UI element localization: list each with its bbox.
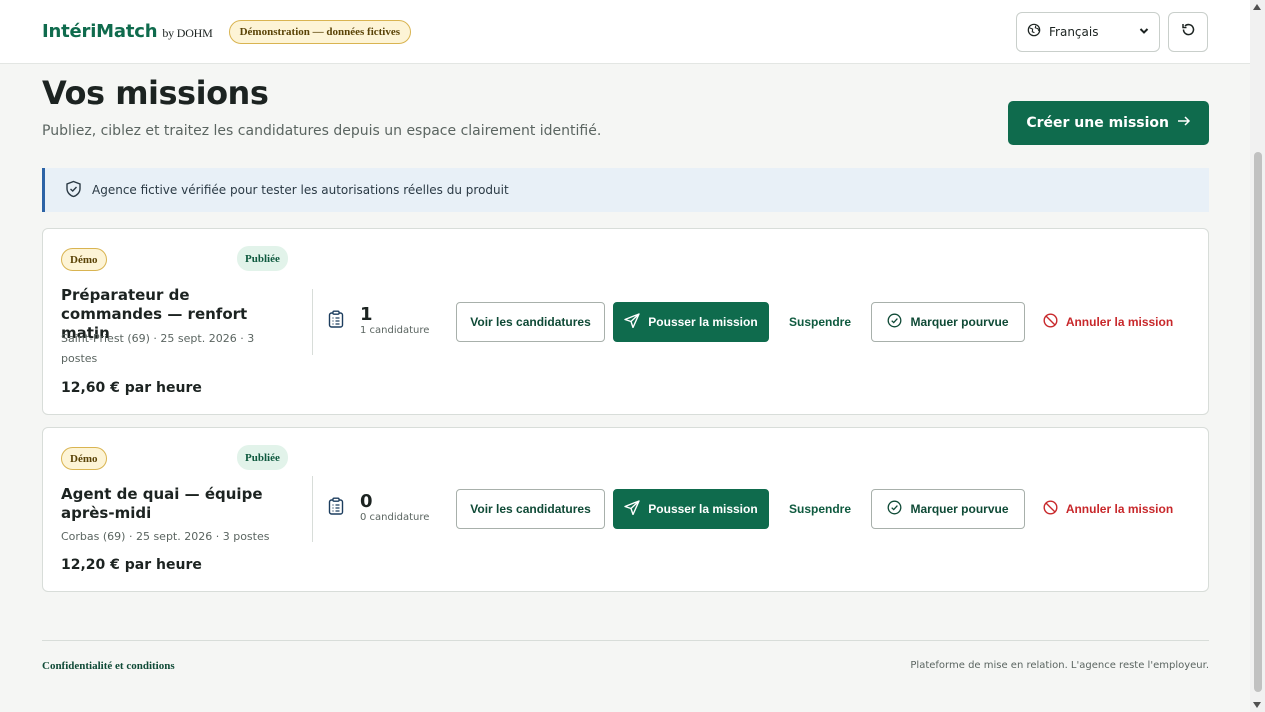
demo-badge: Démonstration — données fictives [228,19,412,44]
mission-card: Démo Publiée Agent de quai — équipe aprè… [42,427,1209,592]
push-mission-label: Pousser la mission [648,502,758,516]
verified-agency-notice: Agence fictive vérifiée pour tester les … [42,168,1209,212]
chevron-down-icon [1139,25,1149,39]
status-badge: Publiée [237,246,288,271]
suspend-button[interactable]: Suspendre [769,302,871,342]
applications-count: 1 1 candidature [328,305,429,336]
cancel-mission-button[interactable]: Annuler la mission [1029,489,1187,529]
arrow-right-icon [1177,115,1191,131]
mark-filled-label: Marquer pourvue [910,502,1009,516]
brand-by: by DOHM [162,26,213,40]
mission-actions: Voir les candidatures Pousser la mission… [456,302,1187,342]
notice-text: Agence fictive vérifiée pour tester les … [92,183,509,197]
scroll-up-icon[interactable] [1253,4,1261,10]
brand-logo[interactable]: IntériMatch by DOHM [42,21,213,42]
divider [312,476,313,542]
mission-actions: Voir les candidatures Pousser la mission… [456,489,1187,529]
status-badge: Publiée [237,445,288,470]
applications-label: 1 candidature [360,325,430,336]
mission-title: Agent de quai — équipe après-midi [61,485,263,522]
mission-meta: Corbas (69) · 25 sept. 2026 · 3 postes [61,530,270,543]
mission-card: Démo Publiée Préparateur de commandes — … [42,228,1209,415]
mark-filled-label: Marquer pourvue [910,315,1009,329]
check-circle-icon [887,313,902,331]
send-icon [624,500,640,518]
mission-meta: Saint-Priest (69) · 25 sept. 2026 · 3 po… [61,332,255,365]
scroll-down-icon[interactable] [1253,702,1261,708]
clipboard-icon [328,497,344,519]
refresh-icon [1180,22,1196,42]
reset-button[interactable] [1168,11,1208,52]
applications-number: 1 [360,304,373,325]
ban-icon [1043,500,1058,518]
page-title: Vos missions [42,74,269,112]
mission-rate: 12,60 € par heure [61,380,202,396]
suspend-button[interactable]: Suspendre [769,489,871,529]
privacy-terms-link[interactable]: Confidentialité et conditions [42,660,175,672]
check-circle-icon [887,500,902,518]
top-bar: IntériMatch by DOHM Démonstration — donné… [0,0,1250,64]
applications-label: 0 candidature [360,512,430,523]
send-icon [624,313,640,331]
footer-divider [42,640,1209,641]
vertical-scrollbar[interactable] [1250,0,1265,712]
view-applications-button[interactable]: Voir les candidatures [456,489,605,529]
language-value: Français [1049,24,1099,39]
push-mission-button[interactable]: Pousser la mission [613,302,769,342]
applications-number: 0 [360,491,373,512]
ban-icon [1043,313,1058,331]
mark-filled-button[interactable]: Marquer pourvue [871,489,1025,529]
page-subtitle: Publiez, ciblez et traitez les candidatu… [42,123,602,139]
applications-count: 0 0 candidature [328,492,429,523]
language-select[interactable]: Français [1016,11,1160,52]
create-mission-button[interactable]: Créer une mission [1008,101,1209,145]
globe-icon [1027,23,1041,40]
cancel-mission-button[interactable]: Annuler la mission [1029,302,1187,342]
shield-check-icon [65,180,82,201]
cancel-mission-label: Annuler la mission [1065,315,1174,329]
create-mission-label: Créer une mission [1026,115,1169,131]
demo-badge: Démo [61,248,107,271]
footer-note: Plateforme de mise en relation. L'agence… [910,660,1209,671]
topbar-actions: Français [1016,11,1208,52]
cancel-mission-label: Annuler la mission [1065,502,1174,516]
demo-badge: Démo [61,447,107,470]
divider [312,289,313,355]
mark-filled-button[interactable]: Marquer pourvue [871,302,1025,342]
clipboard-icon [328,310,344,332]
mission-rate: 12,20 € par heure [61,557,202,573]
view-applications-button[interactable]: Voir les candidatures [456,302,605,342]
push-mission-button[interactable]: Pousser la mission [613,489,769,529]
scroll-thumb[interactable] [1254,152,1262,692]
push-mission-label: Pousser la mission [648,315,758,329]
